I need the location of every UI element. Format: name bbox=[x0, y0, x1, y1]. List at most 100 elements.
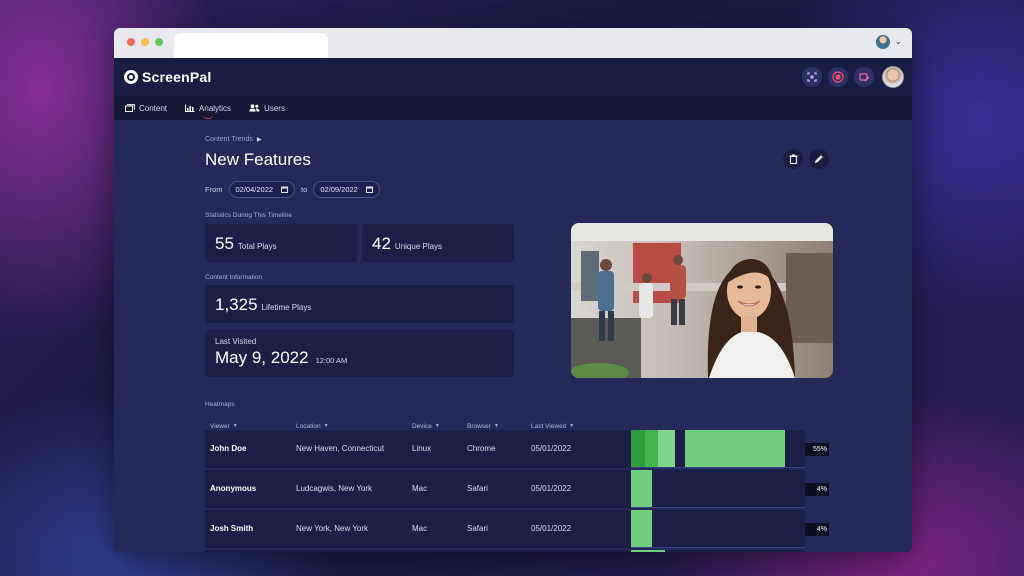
heatmap-segment bbox=[631, 510, 652, 548]
analytics-content: Content Trends ▶ New Features From 02/04… bbox=[114, 120, 912, 552]
browser-window: ⌄ ScreenPal Content Analytics Users Cont… bbox=[114, 28, 912, 552]
brand-name: ScreenPal bbox=[142, 69, 212, 85]
nav-users[interactable]: Users bbox=[249, 104, 285, 113]
sort-viewer[interactable]: Viewer ▼ bbox=[210, 423, 238, 430]
heatmap-bar bbox=[631, 550, 805, 552]
viewer-last-viewed: 05/01/2022 bbox=[531, 444, 572, 453]
heatmap-segment bbox=[645, 430, 658, 468]
heatmap-segment bbox=[631, 550, 665, 552]
lifetime-plays-label: Lifetime Plays bbox=[261, 303, 312, 312]
screenshot-button[interactable] bbox=[802, 67, 822, 87]
heatmap-bar bbox=[631, 470, 805, 508]
viewer-device: Linux bbox=[412, 444, 432, 453]
video-image bbox=[571, 223, 833, 378]
browser-tab[interactable] bbox=[174, 33, 328, 58]
from-date-value: 02/04/2022 bbox=[235, 185, 274, 194]
last-visited-time: 12:00 AM bbox=[315, 356, 348, 365]
video-thumbnail[interactable] bbox=[571, 223, 833, 378]
table-row[interactable] bbox=[205, 550, 631, 552]
heatmaps-label: Heatmaps bbox=[205, 401, 235, 408]
viewer-name: Josh Smith bbox=[210, 524, 254, 533]
edit-video-button[interactable] bbox=[854, 67, 874, 87]
heatmap-percent: 55% bbox=[805, 443, 829, 456]
heatmap-bar bbox=[631, 430, 805, 468]
viewer-last-viewed: 05/01/2022 bbox=[531, 524, 572, 533]
app-header: ScreenPal bbox=[114, 58, 912, 96]
table-row[interactable]: Anonymous Ludcagwis, New York Mac Safari… bbox=[205, 470, 631, 508]
table-row[interactable]: John Doe New Haven, Connecticut Linux Ch… bbox=[205, 430, 631, 468]
heatmap-baseline bbox=[631, 467, 805, 468]
page-title: New Features bbox=[205, 150, 311, 169]
sort-last-viewed[interactable]: Last Viewed ▼ bbox=[531, 423, 574, 430]
heatmap-percent: 4% bbox=[805, 523, 829, 536]
last-visited-label: Last Visited bbox=[215, 337, 257, 346]
viewer-device: Mac bbox=[412, 484, 428, 493]
to-label: to bbox=[301, 185, 308, 194]
nav-analytics-label: Analytics bbox=[199, 103, 232, 113]
heatmap-segment bbox=[631, 430, 645, 468]
nav-content[interactable]: Content bbox=[125, 104, 167, 113]
caret-down-icon: ▼ bbox=[434, 423, 440, 429]
sort-location[interactable]: Location ▼ bbox=[296, 423, 329, 430]
caret-right-icon: ▶ bbox=[256, 137, 262, 143]
viewer-browser: Safari bbox=[467, 524, 488, 533]
total-plays-card: 55 Total Plays bbox=[205, 224, 357, 262]
caret-down-icon: ▼ bbox=[569, 423, 575, 429]
nav-analytics[interactable]: Analytics bbox=[185, 103, 232, 119]
header-location: Location bbox=[296, 422, 321, 430]
delete-button[interactable] bbox=[783, 149, 803, 169]
header-last-viewed: Last Viewed bbox=[531, 422, 567, 430]
trash-icon bbox=[789, 154, 797, 164]
close-window-button[interactable] bbox=[127, 38, 135, 46]
stats-section-label: Statistics During This Timeline bbox=[205, 212, 292, 219]
table-row[interactable]: Josh Smith New York, New York Mac Safari… bbox=[205, 510, 631, 548]
viewer-browser: Safari bbox=[467, 484, 488, 493]
heatmap-baseline bbox=[631, 507, 805, 508]
header-browser: Browser bbox=[467, 422, 491, 430]
browser-chrome: ⌄ bbox=[114, 28, 912, 58]
content-info-label: Content Information bbox=[205, 274, 263, 281]
heatmaps-table: Viewer ▼ Location ▼ Device ▼ Browser ▼ L… bbox=[205, 420, 831, 552]
viewer-browser: Chrome bbox=[467, 444, 496, 453]
calendar-icon bbox=[365, 186, 373, 193]
breadcrumb[interactable]: Content Trends ▶ bbox=[205, 136, 262, 143]
viewer-location: Ludcagwis, New York bbox=[296, 484, 373, 493]
caret-down-icon: ▼ bbox=[232, 423, 238, 429]
unique-plays-value: 42 bbox=[372, 234, 391, 253]
breadcrumb-label: Content Trends bbox=[205, 136, 253, 143]
minimize-window-button[interactable] bbox=[141, 38, 149, 46]
from-label: From bbox=[205, 185, 223, 194]
viewer-location: New Haven, Connecticut bbox=[296, 444, 385, 453]
to-date-picker[interactable]: 02/09/2022 bbox=[313, 181, 380, 198]
heatmap-baseline bbox=[631, 547, 805, 548]
sort-browser[interactable]: Browser ▼ bbox=[467, 423, 499, 430]
maximize-window-button[interactable] bbox=[155, 38, 163, 46]
total-plays-value: 55 bbox=[215, 234, 234, 253]
sub-navigation: Content Analytics Users bbox=[114, 96, 912, 120]
record-button[interactable] bbox=[828, 67, 848, 87]
users-icon bbox=[249, 104, 260, 112]
to-date-value: 02/09/2022 bbox=[320, 185, 358, 194]
heatmap-segment bbox=[631, 470, 652, 508]
chevron-down-icon[interactable]: ⌄ bbox=[894, 36, 902, 47]
screenpal-logo[interactable]: ScreenPal bbox=[124, 69, 212, 85]
header-viewer: Viewer bbox=[210, 422, 230, 430]
from-date-picker[interactable]: 02/04/2022 bbox=[228, 181, 296, 198]
browser-profile-avatar[interactable] bbox=[876, 35, 890, 49]
edit-button[interactable] bbox=[809, 149, 829, 169]
last-visited-card: Last Visited May 9, 2022 12:00 AM bbox=[205, 330, 514, 377]
user-avatar[interactable] bbox=[882, 66, 904, 88]
viewer-name: Anonymous bbox=[210, 484, 257, 493]
date-range: From 02/04/2022 to 02/09/2022 bbox=[205, 181, 380, 198]
record-icon bbox=[832, 71, 844, 83]
nav-users-label: Users bbox=[264, 103, 285, 113]
content-icon bbox=[125, 104, 135, 112]
viewer-location: New York, New York bbox=[296, 524, 369, 533]
logo-icon bbox=[124, 70, 138, 84]
sort-device[interactable]: Device ▼ bbox=[412, 423, 440, 430]
chart-icon bbox=[185, 104, 195, 112]
heatmap-segment bbox=[658, 430, 675, 468]
edit-video-icon bbox=[858, 72, 869, 81]
header-device: Device bbox=[412, 422, 432, 430]
lifetime-plays-value: 1,325 bbox=[215, 295, 258, 314]
